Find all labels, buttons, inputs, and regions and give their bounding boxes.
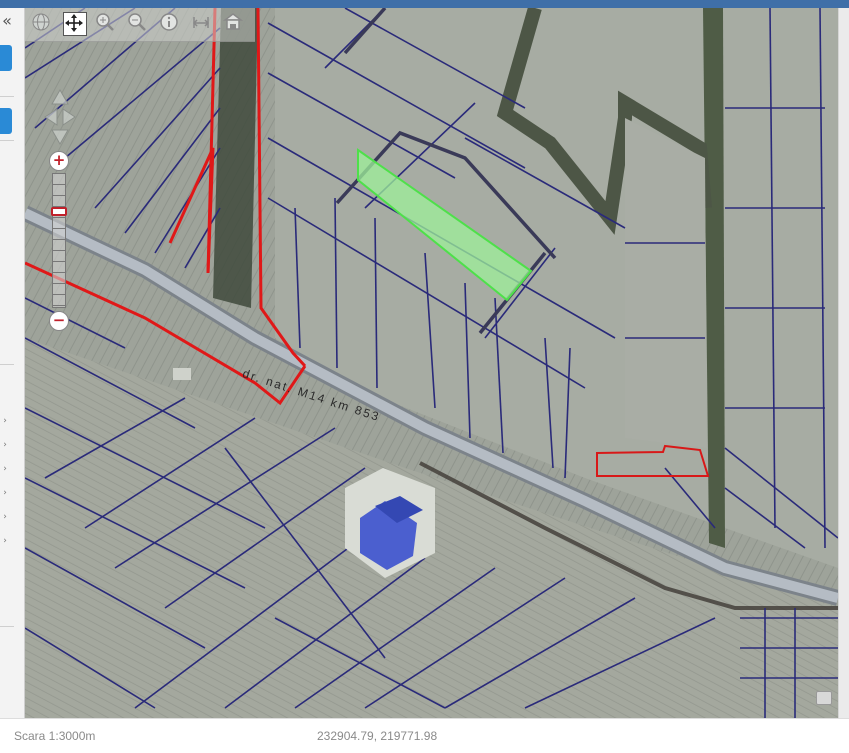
coordinate-readout: 232904.79, 219771.98 bbox=[317, 729, 438, 743]
field-block bbox=[625, 118, 707, 448]
chevron-right-icon[interactable]: › bbox=[0, 416, 10, 426]
zoom-out-icon[interactable] bbox=[127, 12, 151, 36]
window-top-bar bbox=[0, 0, 849, 8]
panel-tab[interactable] bbox=[0, 108, 12, 134]
scale-readout: Scara 1:3000m bbox=[14, 729, 96, 743]
chevron-right-icon[interactable]: › bbox=[0, 440, 10, 450]
pan-right-icon bbox=[62, 108, 76, 126]
zoom-in-icon[interactable] bbox=[95, 12, 119, 36]
left-side-panel: « › › › › › › bbox=[0, 8, 25, 718]
zoom-slider[interactable]: + − bbox=[49, 151, 69, 331]
pan-control[interactable] bbox=[43, 88, 77, 148]
pan-down-icon bbox=[51, 129, 69, 146]
panel-divider bbox=[0, 364, 14, 365]
zoom-in-button[interactable]: + bbox=[49, 151, 69, 171]
double-chevron-left-icon[interactable]: « bbox=[0, 10, 14, 32]
chevron-right-icon[interactable]: › bbox=[0, 488, 10, 498]
chevron-right-icon[interactable]: › bbox=[0, 536, 10, 546]
chevron-right-icon[interactable]: › bbox=[0, 512, 10, 522]
status-bar: Scara 1:3000m 232904.79, 219771.98 bbox=[0, 718, 849, 753]
zoom-track[interactable] bbox=[52, 173, 66, 308]
panel-divider bbox=[0, 140, 14, 141]
pan-left-icon bbox=[44, 108, 58, 126]
pan-up-icon bbox=[51, 88, 69, 105]
zoom-out-button[interactable]: − bbox=[49, 311, 69, 331]
map-toolbar bbox=[25, 8, 255, 42]
overview-map-toggle[interactable] bbox=[816, 691, 832, 705]
map-canvas[interactable] bbox=[25, 8, 838, 718]
globe-icon[interactable] bbox=[31, 12, 55, 36]
zoom-handle[interactable] bbox=[51, 207, 67, 216]
panel-divider bbox=[0, 626, 14, 627]
map-viewport[interactable]: dr. nat. M14 km 853 + − bbox=[25, 8, 838, 718]
ruler-icon[interactable] bbox=[191, 12, 215, 36]
right-edge-strip bbox=[838, 8, 849, 718]
info-icon[interactable] bbox=[159, 12, 183, 36]
small-structure bbox=[173, 368, 191, 380]
move-arrows-icon[interactable] bbox=[63, 12, 87, 36]
panel-divider bbox=[0, 96, 14, 97]
panel-tab-active[interactable] bbox=[0, 45, 12, 71]
print-icon[interactable] bbox=[223, 12, 247, 36]
chevron-right-icon[interactable]: › bbox=[0, 464, 10, 474]
